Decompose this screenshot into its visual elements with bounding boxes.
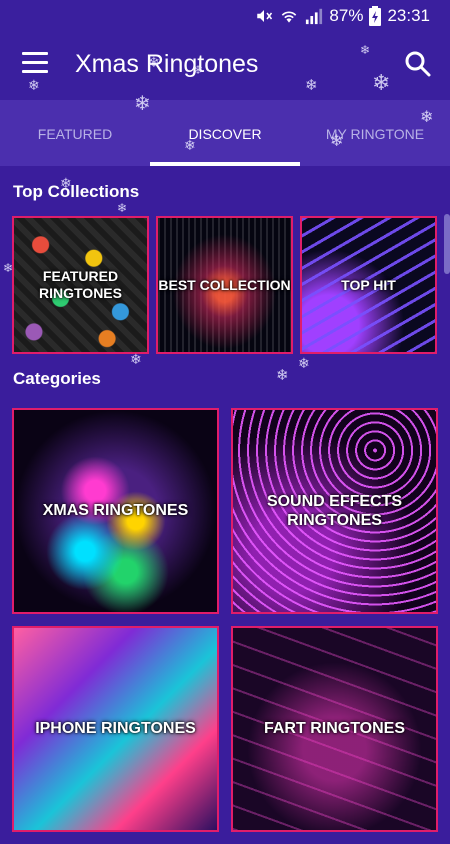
battery-percent: 87% xyxy=(329,6,364,25)
category-iphone-ringtones[interactable]: IPHONE RINGTONES xyxy=(12,626,219,832)
category-label: XMAS RINGTONES xyxy=(42,502,189,520)
collection-label: TOP HIT xyxy=(341,276,396,293)
category-fart-ringtones[interactable]: FART RINGTONES xyxy=(231,626,438,832)
collection-label: FEATURED RINGTONES xyxy=(39,268,122,301)
tab-featured[interactable]: FEATURED xyxy=(0,100,150,166)
scrollbar[interactable] xyxy=(444,214,450,274)
category-label: IPHONE RINGTONES xyxy=(35,720,196,738)
tab-my-ringtone[interactable]: MY RINGTONE xyxy=(300,100,450,166)
category-label: SOUND EFFECTS RINGTONES xyxy=(266,492,403,529)
app-title: Xmas Ringtones xyxy=(75,50,259,78)
snowflake-icon: ❄ xyxy=(130,351,142,367)
collection-label: BEST COLLECTION xyxy=(158,276,291,293)
collection-best-collection[interactable]: BEST COLLECTION xyxy=(156,216,293,354)
category-xmas-ringtones[interactable]: XMAS RINGTONES xyxy=(12,408,219,614)
tab-bar: FEATURED DISCOVER MY RINGTONE xyxy=(0,100,450,166)
status-bar: 87% 23:31 xyxy=(0,0,450,32)
hamburger-menu-icon[interactable] xyxy=(22,52,48,76)
wifi-icon xyxy=(279,7,299,25)
clock: 23:31 xyxy=(387,6,430,25)
signal-icon xyxy=(305,7,323,25)
mute-icon xyxy=(255,7,273,25)
collection-top-hit[interactable]: TOP HIT xyxy=(300,216,437,354)
search-icon[interactable] xyxy=(404,50,432,78)
snowflake-icon: ❄ xyxy=(298,355,310,371)
top-collections-list: FEATURED RINGTONES BEST COLLECTION TOP H… xyxy=(12,216,438,354)
tab-discover[interactable]: DISCOVER xyxy=(150,100,300,166)
category-label: FART RINGTONES xyxy=(263,720,406,738)
category-sound-effects-ringtones[interactable]: SOUND EFFECTS RINGTONES xyxy=(231,408,438,614)
section-title-categories: Categories xyxy=(13,369,101,388)
snowflake-icon: ❄ xyxy=(276,367,289,384)
snowflake-icon: ❄ xyxy=(117,201,128,215)
battery-icon xyxy=(369,6,382,26)
collection-featured-ringtones[interactable]: FEATURED RINGTONES xyxy=(12,216,149,354)
section-title-top-collections: Top Collections xyxy=(13,182,140,201)
app-bar: Xmas Ringtones xyxy=(0,32,450,100)
categories-grid: XMAS RINGTONES SOUND EFFECTS RINGTONES I… xyxy=(12,408,438,844)
